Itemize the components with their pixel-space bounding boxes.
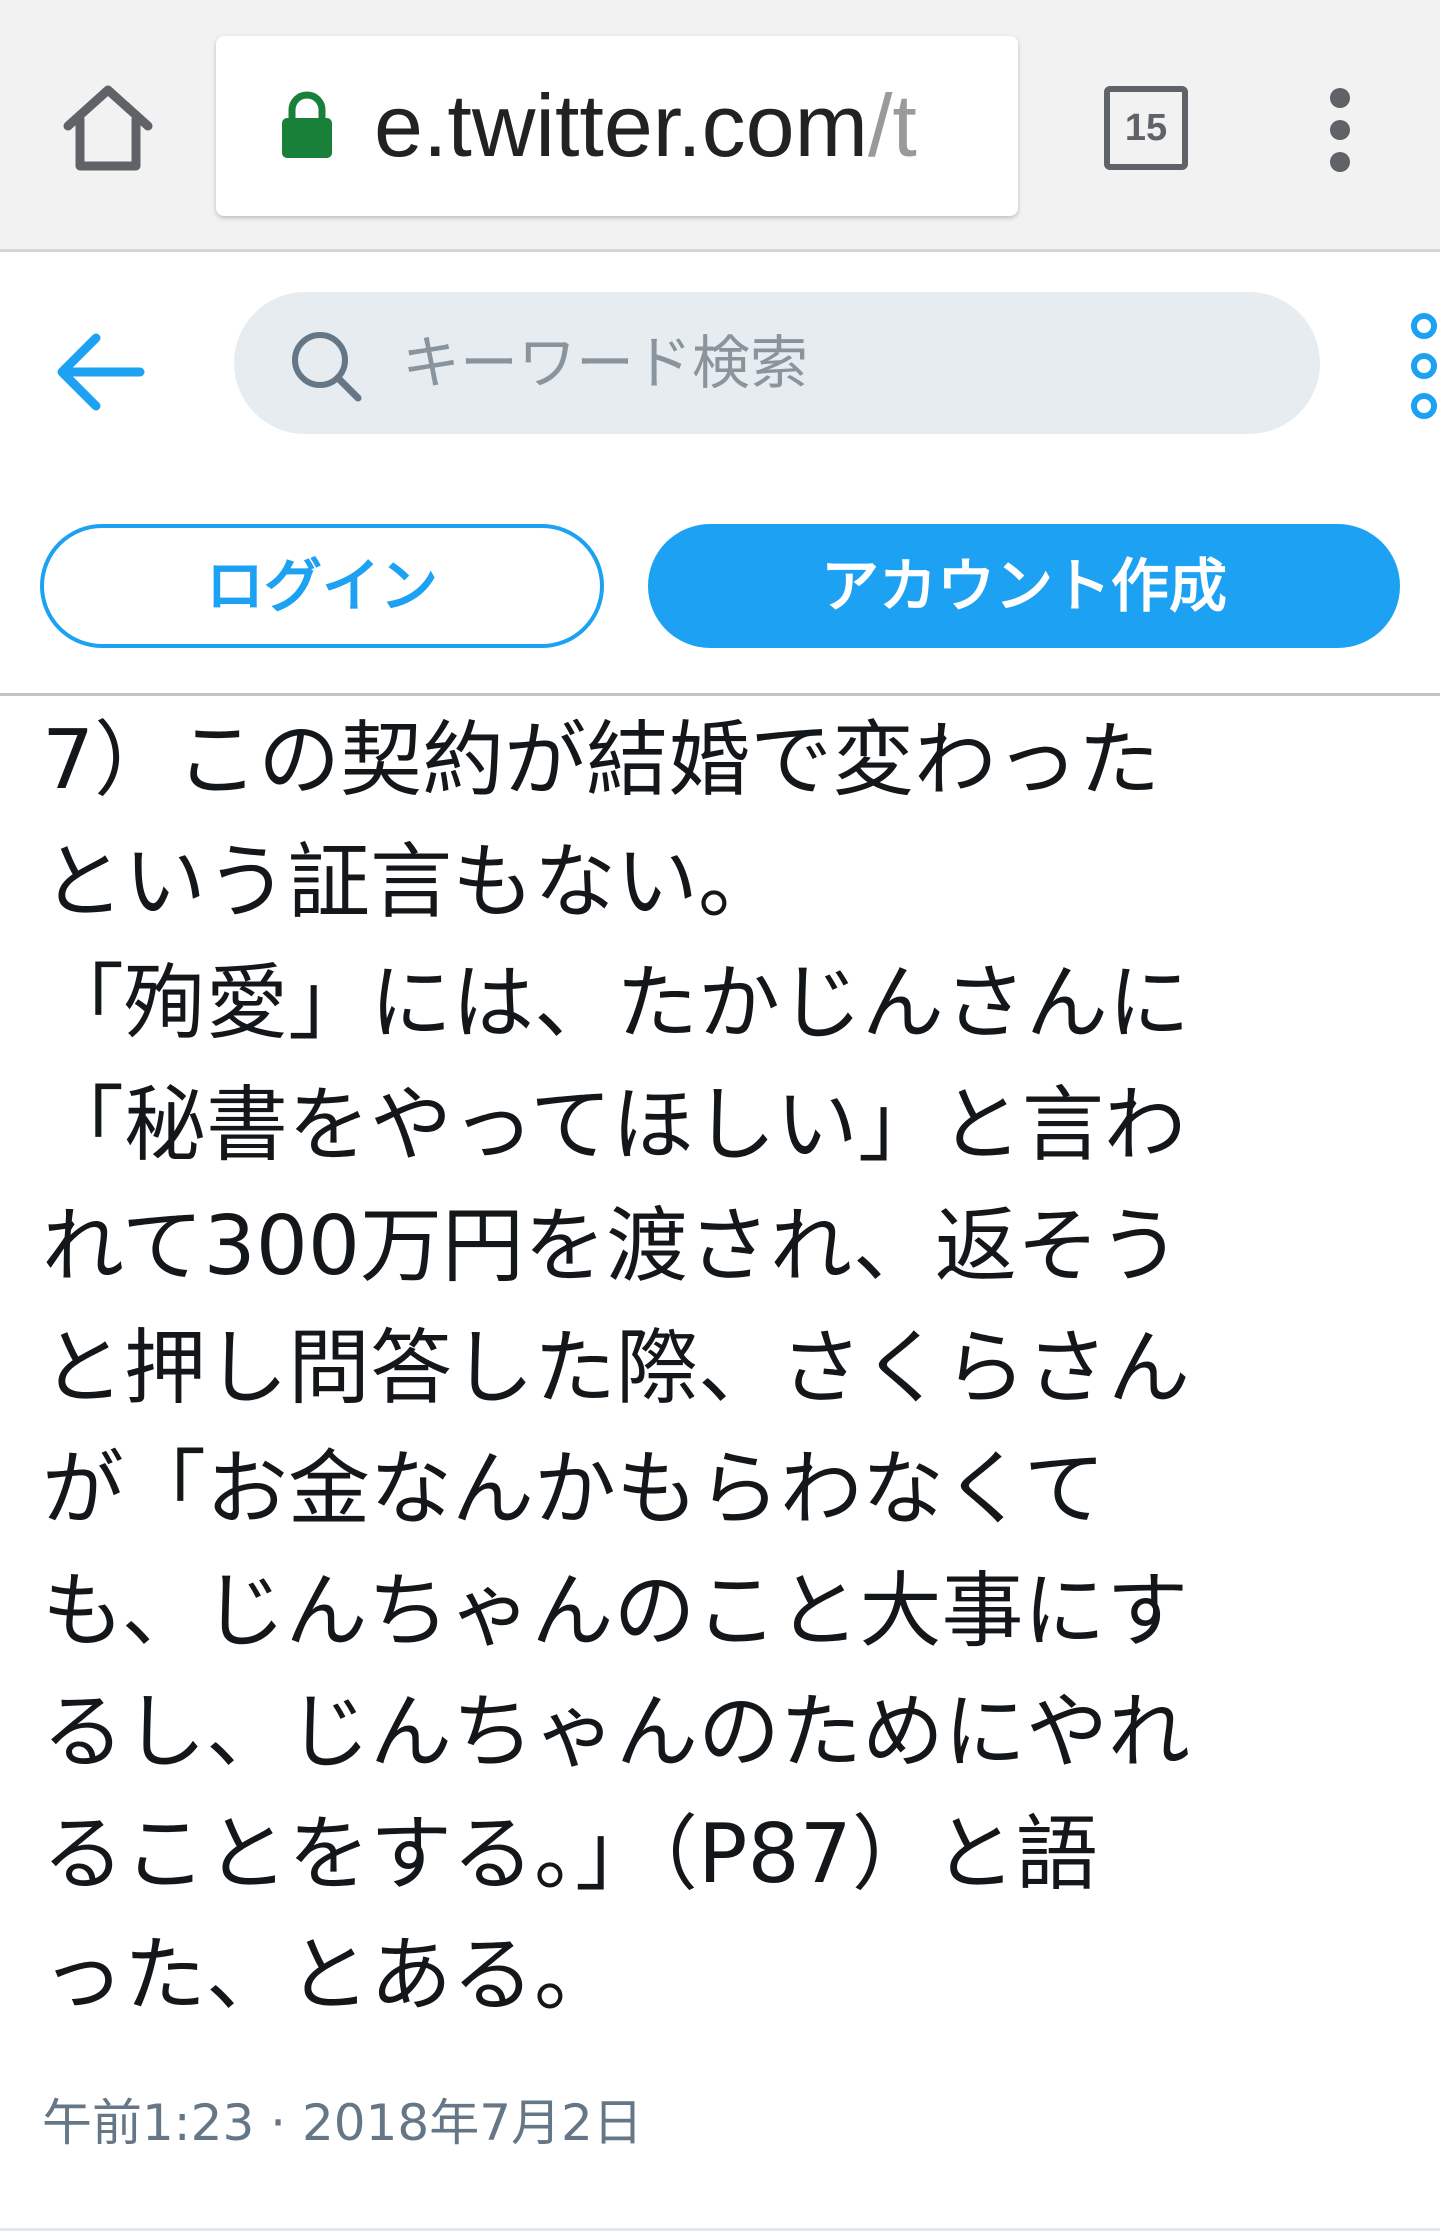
url-text: e.twitter.com/t [374,76,917,176]
search-input[interactable] [402,292,1282,434]
login-button[interactable]: ログイン [40,524,604,648]
twitter-header: ログイン アカウント作成 [0,252,1440,696]
home-icon[interactable] [58,78,158,178]
more-vert-icon[interactable] [1310,80,1370,180]
tab-count: 15 [1124,107,1168,149]
more-options-icon[interactable] [1396,312,1440,422]
url-path: /t [867,76,917,175]
tweet-text: 7）この契約が結婚で変わった という証言もない。 「殉愛」には、たかじんさんに … [42,713,1191,2023]
tab-switcher-button[interactable]: 15 [1100,82,1192,174]
divider [0,2228,1440,2231]
back-arrow-icon[interactable] [52,324,148,420]
browser-toolbar: e.twitter.com/t 15 [0,0,1440,252]
signup-button[interactable]: アカウント作成 [648,524,1400,648]
url-bar[interactable]: e.twitter.com/t [216,36,1018,216]
lock-icon [280,90,334,160]
tweet-timestamp[interactable]: 午前1:23 · 2018年7月2日 [42,2088,643,2158]
search-box[interactable] [234,292,1320,434]
search-icon [288,328,364,404]
url-host: e.twitter.com [374,76,868,175]
